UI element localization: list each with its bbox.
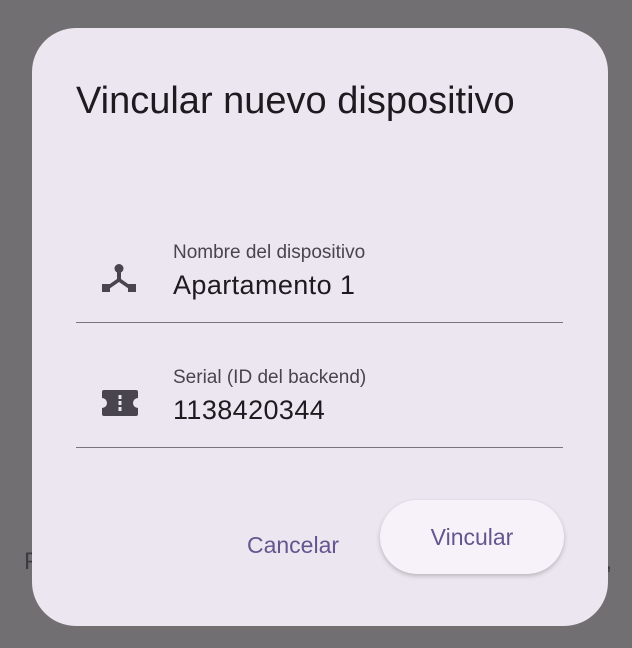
link-button[interactable]: Vincular	[380, 500, 564, 574]
serial-value[interactable]: 1138420344	[173, 395, 325, 426]
cancel-button[interactable]: Cancelar	[228, 520, 358, 570]
serial-field[interactable]: Serial (ID del backend) 1138420344	[76, 361, 563, 448]
serial-label: Serial (ID del backend)	[173, 367, 367, 388]
device-name-field[interactable]: Nombre del dispositivo Apartamento 1	[76, 236, 563, 323]
device-hub-icon	[102, 264, 136, 292]
device-name-value[interactable]: Apartamento 1	[173, 270, 355, 301]
confirmation-number-icon	[102, 390, 138, 416]
dialog-title: Vincular nuevo dispositivo	[76, 80, 515, 122]
device-name-label: Nombre del dispositivo	[173, 242, 366, 263]
link-device-dialog: Vincular nuevo dispositivo Nombre del di…	[32, 28, 608, 626]
